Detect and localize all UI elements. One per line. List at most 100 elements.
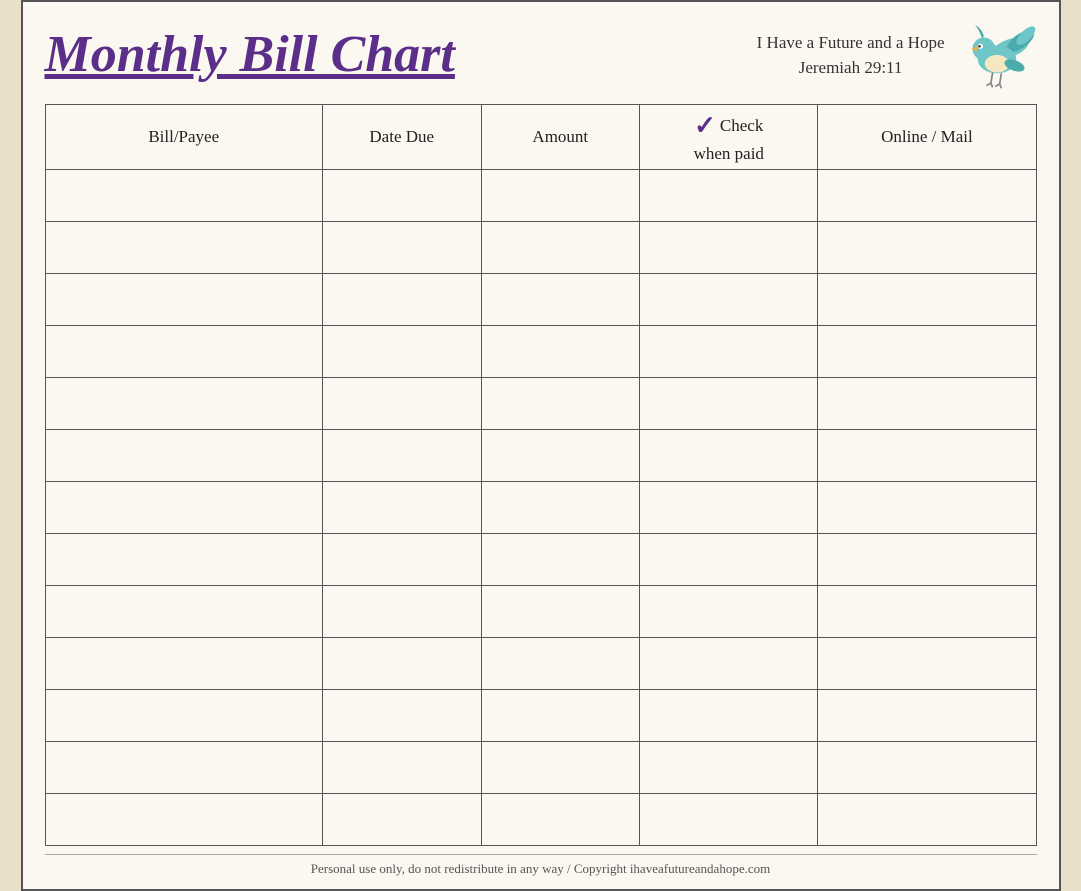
table-cell (322, 533, 481, 585)
table-cell (45, 325, 322, 377)
verse-line2: Jeremiah 29:11 (757, 55, 945, 81)
bird-illustration (957, 20, 1037, 90)
table-row (45, 221, 1036, 273)
table-header-row: Bill/Payee Date Due Amount ✓ Check when … (45, 105, 1036, 170)
page: Monthly Bill Chart I Have a Future and a… (21, 0, 1061, 891)
table-cell (322, 793, 481, 845)
table-cell (818, 325, 1036, 377)
table-cell (322, 429, 481, 481)
table-cell (640, 793, 818, 845)
table-cell (45, 533, 322, 585)
table-row (45, 169, 1036, 221)
table-cell (640, 429, 818, 481)
table-cell (818, 585, 1036, 637)
table-cell (818, 429, 1036, 481)
table-cell (640, 637, 818, 689)
table-cell (481, 325, 640, 377)
table-cell (481, 221, 640, 273)
table-cell (640, 585, 818, 637)
table-cell (322, 481, 481, 533)
table-cell (481, 741, 640, 793)
table-row (45, 741, 1036, 793)
table-cell (818, 169, 1036, 221)
table-row (45, 585, 1036, 637)
table-cell (481, 585, 640, 637)
table-row (45, 325, 1036, 377)
header: Monthly Bill Chart I Have a Future and a… (45, 20, 1037, 90)
table-cell (322, 169, 481, 221)
table-row (45, 429, 1036, 481)
table-cell (45, 741, 322, 793)
table-row (45, 533, 1036, 585)
table-cell (322, 585, 481, 637)
table-cell (45, 637, 322, 689)
table-row (45, 689, 1036, 741)
check-label-line1: Check (720, 115, 763, 137)
table-cell (640, 325, 818, 377)
bird-svg (957, 20, 1037, 90)
table-cell (640, 741, 818, 793)
table-cell (45, 793, 322, 845)
table-cell (818, 221, 1036, 273)
table-cell (45, 377, 322, 429)
table-cell (640, 481, 818, 533)
table-row (45, 481, 1036, 533)
header-right: I Have a Future and a Hope Jeremiah 29:1… (757, 20, 1037, 90)
table-cell (322, 377, 481, 429)
table-row (45, 793, 1036, 845)
table-cell (818, 741, 1036, 793)
col-header-check: ✓ Check when paid (640, 105, 818, 170)
table-cell (640, 533, 818, 585)
table-cell (45, 429, 322, 481)
check-label-line2: when paid (694, 143, 764, 165)
table-cell (45, 169, 322, 221)
table-cell (45, 273, 322, 325)
table-cell (45, 585, 322, 637)
table-cell (640, 169, 818, 221)
verse-text: I Have a Future and a Hope Jeremiah 29:1… (757, 30, 945, 81)
table-cell (640, 689, 818, 741)
table-row (45, 377, 1036, 429)
table-cell (640, 273, 818, 325)
bill-table: Bill/Payee Date Due Amount ✓ Check when … (45, 104, 1037, 846)
table-cell (45, 689, 322, 741)
table-cell (818, 689, 1036, 741)
table-cell (640, 221, 818, 273)
table-row (45, 637, 1036, 689)
table-cell (481, 533, 640, 585)
col-header-bill: Bill/Payee (45, 105, 322, 170)
table-cell (481, 429, 640, 481)
table-cell (45, 221, 322, 273)
table-cell (322, 273, 481, 325)
check-header-content: ✓ Check when paid (646, 109, 811, 165)
col-header-online: Online / Mail (818, 105, 1036, 170)
table-cell (481, 793, 640, 845)
check-symbol: ✓ (694, 109, 716, 143)
table-cell (481, 689, 640, 741)
table-cell (818, 377, 1036, 429)
verse-line1: I Have a Future and a Hope (757, 30, 945, 56)
table-cell (322, 689, 481, 741)
table-cell (45, 481, 322, 533)
table-cell (481, 637, 640, 689)
table-cell (481, 273, 640, 325)
table-cell (322, 637, 481, 689)
table-cell (818, 793, 1036, 845)
footer-text: Personal use only, do not redistribute i… (311, 861, 770, 876)
table-cell (818, 273, 1036, 325)
table-row (45, 273, 1036, 325)
page-title: Monthly Bill Chart (45, 26, 455, 83)
table-cell (818, 637, 1036, 689)
footer: Personal use only, do not redistribute i… (45, 854, 1037, 877)
table-cell (322, 325, 481, 377)
table-cell (481, 169, 640, 221)
table-cell (322, 221, 481, 273)
check-mark-row: ✓ Check (694, 109, 763, 143)
table-cell (818, 481, 1036, 533)
col-header-date: Date Due (322, 105, 481, 170)
col-header-amount: Amount (481, 105, 640, 170)
table-cell (322, 741, 481, 793)
table-cell (481, 377, 640, 429)
table-cell (818, 533, 1036, 585)
table-body (45, 169, 1036, 845)
